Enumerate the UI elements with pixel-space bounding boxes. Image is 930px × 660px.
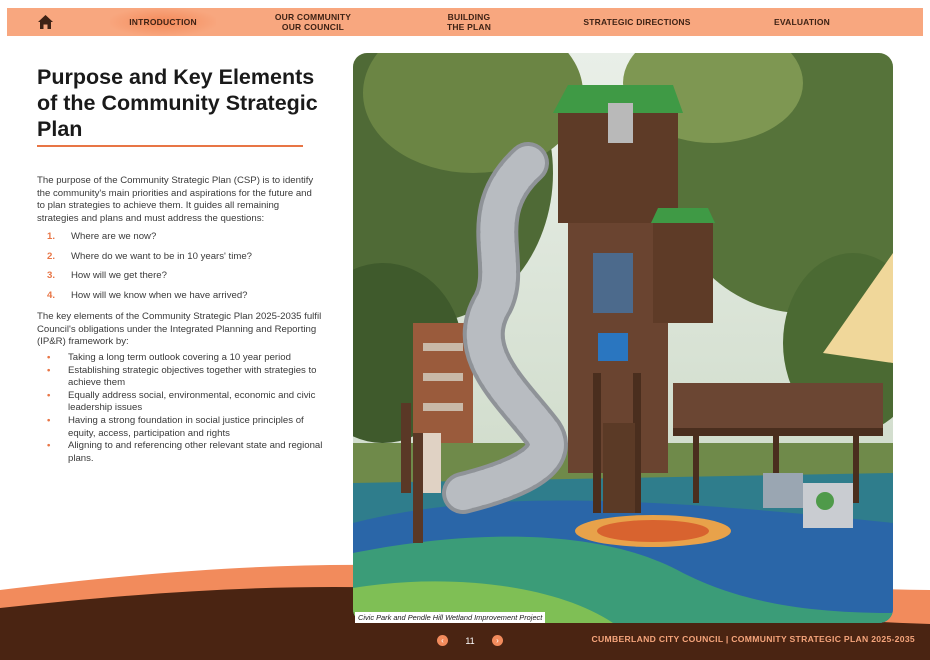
title-underline	[37, 145, 303, 147]
nav-building-the-plan[interactable]: BUILDING THE PLAN	[429, 8, 509, 36]
previous-page-button[interactable]: ‹	[437, 635, 448, 646]
bullet-item: • Aligning to and referencing other relev…	[47, 440, 327, 465]
playground-illustration	[353, 53, 893, 623]
list-item: 2. Where do we want to be in 10 years' ti…	[47, 251, 252, 271]
page-number: 11	[465, 635, 475, 646]
bullet-text: Aligning to and referencing other releva…	[68, 440, 323, 464]
nav-strategic-directions[interactable]: STRATEGIC DIRECTIONS	[567, 8, 707, 36]
bullet-icon: •	[47, 414, 51, 426]
pagination: ‹ 11 ›	[437, 635, 503, 646]
bullet-text: Taking a long term outlook covering a 10…	[68, 352, 291, 363]
page-title: Purpose and Key Elements of the Communit…	[37, 65, 318, 141]
list-text: Where do we want to be in 10 years' time…	[71, 250, 253, 262]
elements-paragraph: The key elements of the Community Strate…	[37, 311, 322, 348]
nav-our-community[interactable]: OUR COMMUNITY OUR COUNCIL	[263, 8, 363, 36]
bullet-text: Having a strong foundation in social jus…	[68, 414, 304, 439]
list-number: 1.	[47, 231, 56, 242]
bullet-icon: •	[47, 364, 51, 376]
intro-paragraph: The purpose of the Community Strategic P…	[37, 175, 314, 224]
playground-photo	[353, 53, 893, 623]
list-text: How will we know when we have arrived?	[71, 289, 248, 301]
nav-introduction[interactable]: INTRODUCTION	[110, 8, 216, 36]
questions-list: 1. Where are we now? 2. Where do we want t…	[47, 231, 252, 309]
list-number: 2.	[47, 250, 56, 262]
bullet-item: • Taking a long term outlook covering a 1…	[47, 352, 327, 365]
list-number: 4.	[47, 289, 56, 301]
list-item: 4. How will we know when we have arrived?	[47, 290, 252, 310]
bullet-icon: •	[47, 440, 51, 452]
bullet-icon: •	[47, 352, 51, 363]
bullet-item: • Having a strong foundation in social ju…	[47, 415, 327, 440]
key-elements-list: • Taking a long term outlook covering a 1…	[47, 352, 327, 465]
bullet-icon: •	[47, 389, 51, 401]
bullet-text: Equally address social, environmental, e…	[68, 389, 316, 414]
home-icon[interactable]	[37, 14, 54, 30]
list-number: 3.	[47, 270, 56, 282]
bullet-text: Establishing strategic objectives togeth…	[68, 364, 317, 389]
nav-evaluation[interactable]: EVALUATION	[757, 8, 847, 36]
bullet-item: • Equally address social, environmental, …	[47, 390, 327, 415]
next-page-button[interactable]: ›	[492, 635, 503, 646]
photo-caption: Civic Park and Pendle Hill Wetland Impro…	[355, 612, 546, 623]
list-text: Where are we now?	[71, 231, 157, 242]
list-item: 1. Where are we now?	[47, 231, 252, 251]
list-item: 3. How will we get there?	[47, 270, 252, 290]
footer-text: CUMBERLAND CITY COUNCIL | COMMUNITY STRA…	[591, 634, 915, 644]
list-text: How will we get there?	[71, 270, 167, 282]
top-nav: INTRODUCTION OUR COMMUNITY OUR COUNCIL B…	[7, 8, 923, 36]
bullet-item: • Establishing strategic objectives toget…	[47, 365, 327, 390]
